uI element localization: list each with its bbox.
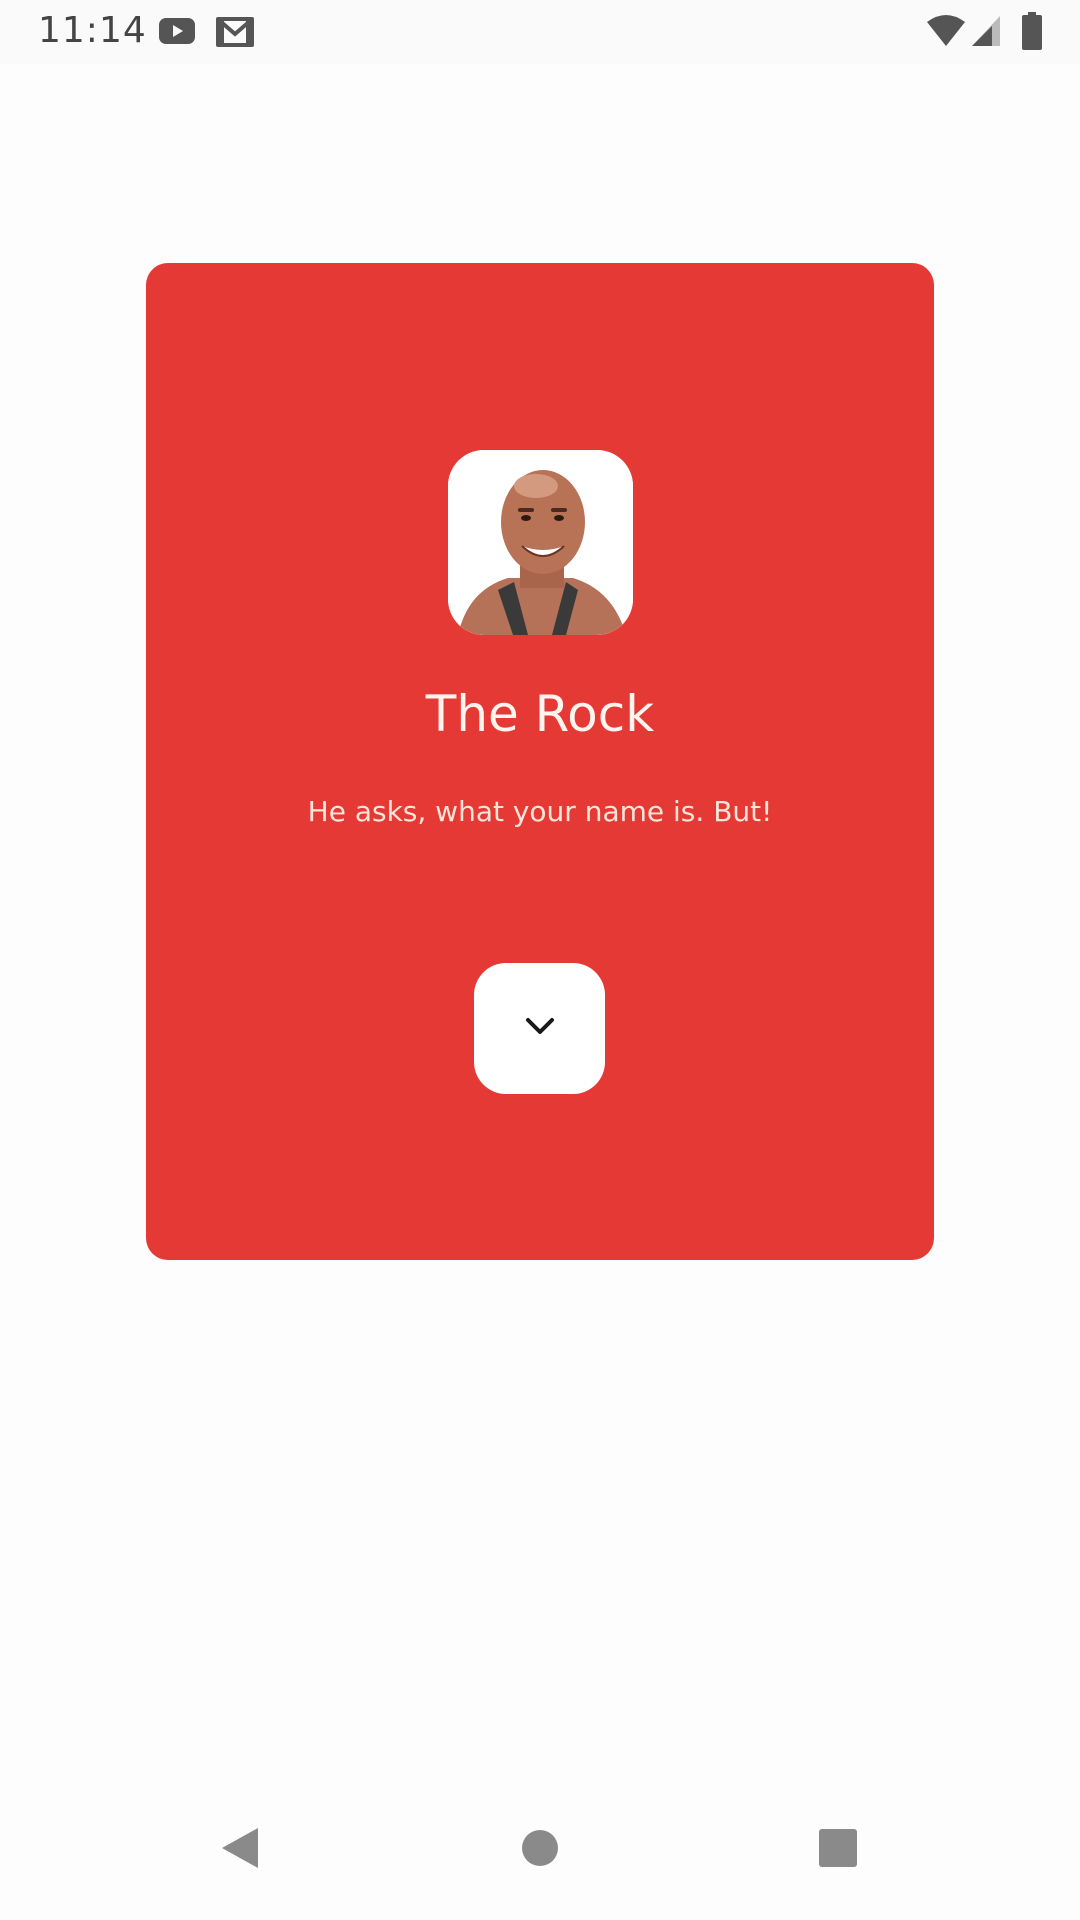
avatar [448, 450, 633, 635]
expand-button[interactable] [474, 963, 605, 1094]
wifi-icon [926, 14, 966, 53]
chevron-down-icon [523, 1015, 557, 1042]
home-icon [520, 1828, 560, 1873]
app-screen: 11:14 The Rock He asks, what your name i… [0, 0, 1080, 1920]
profile-subtitle: He asks, what your name is. But! [307, 795, 773, 828]
gmail-icon [215, 16, 255, 53]
navigation-bar [0, 1788, 1080, 1920]
person-photo [448, 450, 633, 635]
back-button[interactable] [210, 1820, 270, 1880]
recents-icon [818, 1828, 858, 1873]
home-button[interactable] [510, 1820, 570, 1880]
youtube-icon [158, 16, 196, 51]
status-bar: 11:14 [0, 0, 1080, 64]
recents-button[interactable] [808, 1820, 868, 1880]
signal-icon [970, 14, 1002, 53]
profile-card: The Rock He asks, what your name is. But… [146, 263, 934, 1260]
battery-icon [1022, 12, 1042, 55]
profile-name: The Rock [425, 685, 655, 743]
status-time: 11:14 [38, 10, 147, 51]
back-icon [218, 1824, 262, 1877]
